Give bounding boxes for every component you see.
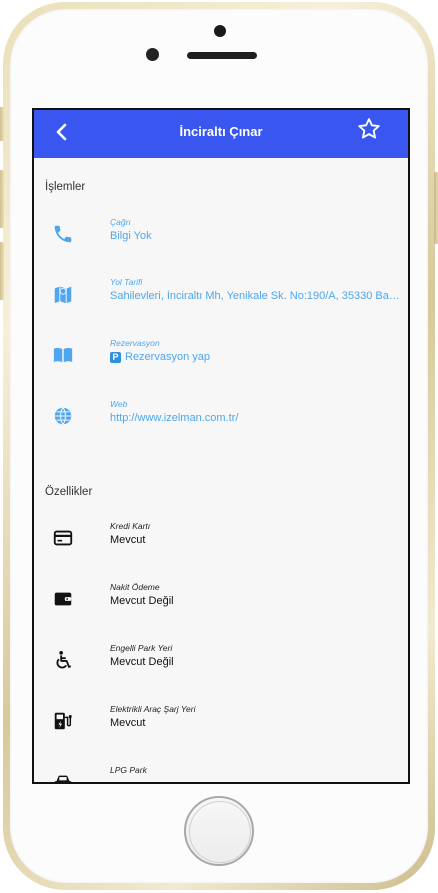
feature-value: Mevcut <box>110 717 146 729</box>
feature-label: LPG Park <box>110 765 147 775</box>
web-value: http://www.izelman.com.tr/ <box>110 412 239 424</box>
feature-label: Kredi Kartı <box>110 521 151 531</box>
section-title-ozellikler: Özellikler <box>45 486 93 498</box>
section-title-islemler: İşlemler <box>45 181 86 193</box>
parking-badge: P <box>110 352 121 363</box>
power-button <box>434 172 438 244</box>
chevron-left-icon[interactable] <box>50 120 74 144</box>
app-header: İnciraltı Çınar <box>34 110 408 158</box>
accessible-icon <box>56 651 72 669</box>
star-outline-icon[interactable] <box>356 116 382 142</box>
ev-station-icon <box>54 712 72 730</box>
earpiece-speaker <box>187 52 257 59</box>
reservation-row[interactable]: Rezervasyon P Rezervasyon yap <box>34 334 408 378</box>
address-value: Sahilevleri, İnciraltı Mh, Yenikale Sk. … <box>110 290 400 302</box>
credit-card-icon <box>53 530 73 546</box>
reservation-link[interactable]: P Rezervasyon yap <box>110 351 400 363</box>
globe-icon <box>54 407 72 425</box>
call-row[interactable]: Çağrı Bilgi Yok <box>34 213 408 257</box>
wallet-icon <box>54 592 72 606</box>
directions-label: Yol Tarifi <box>110 277 143 287</box>
feature-value: Mevcut <box>110 534 146 546</box>
home-button[interactable] <box>184 796 254 866</box>
call-value: Bilgi Yok <box>110 230 152 242</box>
volume-up-button <box>0 170 4 228</box>
reservation-label: Rezervasyon <box>110 338 160 348</box>
top-camera <box>214 25 226 37</box>
directions-row[interactable]: Yol Tarifi Sahilevleri, İnciraltı Mh, Ye… <box>34 273 408 317</box>
book-icon <box>53 347 73 363</box>
car-icon <box>54 775 72 782</box>
feature-label: Nakit Ödeme <box>110 582 160 592</box>
reservation-value: Rezervasyon yap <box>125 351 210 363</box>
feature-row-credit-card: Kredi Kartı Mevcut <box>34 517 408 561</box>
feature-value: Mevcut Değil <box>110 656 174 668</box>
web-row[interactable]: Web http://www.izelman.com.tr/ <box>34 395 408 439</box>
feature-label: Engelli Park Yeri <box>110 643 173 653</box>
feature-row-lpg: LPG Park <box>34 761 408 782</box>
feature-row-ev-charging: Elektrikli Araç Şarj Yeri Mevcut <box>34 700 408 744</box>
feature-value: Mevcut Değil <box>110 595 174 607</box>
feature-row-cash: Nakit Ödeme Mevcut Değil <box>34 578 408 622</box>
front-camera <box>146 48 159 61</box>
map-icon <box>54 286 72 304</box>
feature-row-accessible: Engelli Park Yeri Mevcut Değil <box>34 639 408 683</box>
volume-down-button <box>0 242 4 300</box>
page-title: İnciraltı Çınar <box>179 124 263 139</box>
app-screen: İnciraltı Çınar İşlemler Çağrı Bilgi Yok… <box>32 108 410 784</box>
feature-label: Elektrikli Araç Şarj Yeri <box>110 704 196 714</box>
web-label: Web <box>110 399 128 409</box>
call-label: Çağrı <box>110 217 131 227</box>
phone-icon <box>54 225 72 243</box>
mute-switch <box>0 107 4 141</box>
